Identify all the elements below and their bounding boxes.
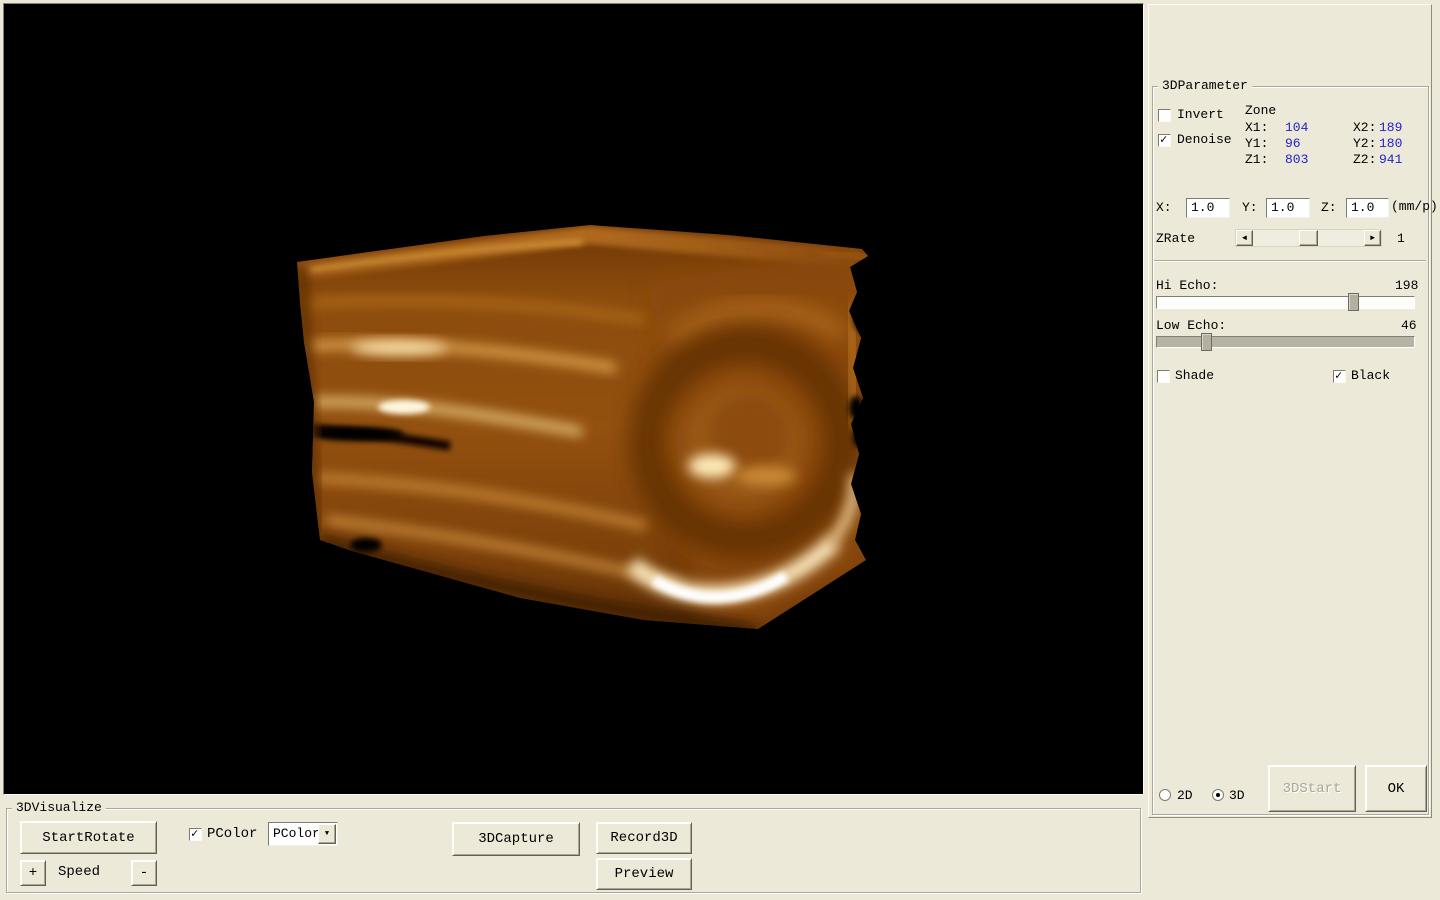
z-scale-field[interactable]: 1.0 xyxy=(1346,198,1389,218)
group-3dparameter-title: 3DParameter xyxy=(1158,79,1252,93)
mode-2d-radio[interactable] xyxy=(1159,789,1171,801)
speed-minus-button[interactable]: - xyxy=(131,860,157,886)
start-rotate-button[interactable]: StartRotate xyxy=(20,821,157,854)
preview-button[interactable]: Preview xyxy=(596,858,692,890)
hi-echo-slider-thumb[interactable] xyxy=(1348,293,1359,311)
pcolor-label: PColor xyxy=(207,827,257,841)
zrate-label: ZRate xyxy=(1156,232,1195,246)
zrate-scrollbar-thumb[interactable] xyxy=(1299,230,1318,246)
low-echo-slider[interactable] xyxy=(1156,336,1415,348)
mode-3d-radio-dot xyxy=(1216,793,1220,797)
volume-render-image xyxy=(4,4,1144,795)
pcolor-combobox-value: PColor xyxy=(273,827,320,841)
pcolor-combobox[interactable]: PColor ▼ xyxy=(268,822,338,846)
3dcapture-button[interactable]: 3DCapture xyxy=(452,822,580,856)
pcolor-check-glyph: ✓ xyxy=(191,827,198,841)
zone-x2-value: 189 xyxy=(1379,121,1402,135)
denoise-checkbox[interactable]: ✓ xyxy=(1158,134,1171,147)
separator xyxy=(1154,260,1426,262)
zone-z1-label: Z1: xyxy=(1245,153,1268,167)
black-label: Black xyxy=(1351,369,1390,383)
zrate-scrollbar[interactable]: ◄ ► xyxy=(1235,229,1382,247)
denoise-check-glyph: ✓ xyxy=(1160,133,1167,147)
denoise-label: Denoise xyxy=(1177,133,1232,147)
zone-x2-label: X2: xyxy=(1353,121,1376,135)
shade-checkbox[interactable]: ✓ xyxy=(1157,370,1170,383)
zone-title: Zone xyxy=(1245,104,1276,118)
zone-z2-label: Z2: xyxy=(1353,153,1376,167)
zone-y2-label: Y2: xyxy=(1353,137,1376,151)
zone-y1-value: 96 xyxy=(1285,137,1301,151)
3dstart-button[interactable]: 3DStart xyxy=(1268,765,1356,812)
3d-viewport[interactable] xyxy=(3,3,1144,795)
low-echo-value: 46 xyxy=(1401,319,1417,333)
zone-y1-label: Y1: xyxy=(1245,137,1268,151)
pcolor-checkbox[interactable]: ✓ xyxy=(189,828,202,841)
invert-checkbox[interactable]: ✓ xyxy=(1158,109,1171,122)
invert-label: Invert xyxy=(1177,108,1224,122)
parameter-panel: 3DParameter ✓ Invert ✓ Denoise Zone X1: … xyxy=(1148,4,1432,818)
black-check-glyph: ✓ xyxy=(1335,369,1342,383)
y-scale-field[interactable]: 1.0 xyxy=(1266,198,1310,218)
low-echo-label: Low Echo: xyxy=(1156,319,1226,333)
zone-y2-value: 180 xyxy=(1379,137,1402,151)
record3d-button[interactable]: Record3D xyxy=(596,822,692,854)
hi-echo-value: 198 xyxy=(1395,279,1418,293)
group-3dvisualize-title: 3DVisualize xyxy=(12,801,106,815)
group-3dparameter: 3DParameter xyxy=(1152,86,1429,815)
speed-plus-button[interactable]: + xyxy=(20,860,46,886)
mode-2d-label: 2D xyxy=(1177,789,1193,803)
scale-unit-label: (mm/p) xyxy=(1391,200,1438,214)
zone-x1-label: X1: xyxy=(1245,121,1268,135)
zone-x1-value: 104 xyxy=(1285,121,1308,135)
zrate-left-arrow-icon[interactable]: ◄ xyxy=(1236,230,1253,246)
mode-3d-radio[interactable] xyxy=(1212,789,1224,801)
shade-label: Shade xyxy=(1175,369,1214,383)
zrate-right-arrow-icon[interactable]: ► xyxy=(1364,230,1381,246)
low-echo-slider-thumb[interactable] xyxy=(1201,333,1212,351)
x-scale-field[interactable]: 1.0 xyxy=(1186,198,1230,218)
pcolor-combobox-dropdown-icon[interactable]: ▼ xyxy=(318,824,336,844)
zrate-value: 1 xyxy=(1397,232,1405,246)
x-scale-label: X: xyxy=(1156,201,1172,215)
hi-echo-slider[interactable] xyxy=(1156,296,1415,309)
zone-z1-value: 803 xyxy=(1285,153,1308,167)
app-window: { "colors": { "window_bg": "#ECE9D8", "v… xyxy=(0,0,1440,900)
mode-3d-label: 3D xyxy=(1229,789,1245,803)
zone-z2-value: 941 xyxy=(1379,153,1402,167)
black-checkbox[interactable]: ✓ xyxy=(1333,370,1346,383)
ok-button[interactable]: OK xyxy=(1365,765,1427,812)
z-scale-label: Z: xyxy=(1321,201,1337,215)
speed-label: Speed xyxy=(58,865,100,879)
y-scale-label: Y: xyxy=(1242,201,1258,215)
hi-echo-label: Hi Echo: xyxy=(1156,279,1218,293)
